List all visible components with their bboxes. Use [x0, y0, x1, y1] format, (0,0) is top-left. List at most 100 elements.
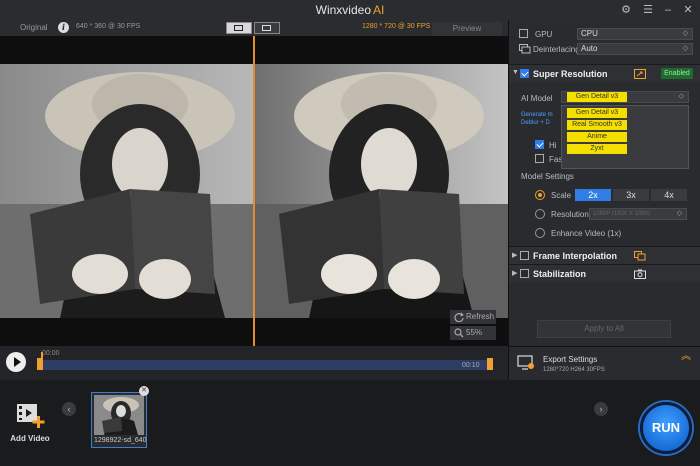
stabilization-checkbox[interactable] — [520, 269, 529, 278]
settings-panel: GPU CPU ◇ Deinterlacing Auto ◇ ▼ Super Res… — [508, 20, 700, 346]
timeline-track[interactable] — [40, 360, 492, 370]
model-description-line2: Deblur + D — [521, 120, 550, 126]
resolution-value: 1080P (1920 X 1080) — [593, 211, 650, 217]
enhanced-image — [254, 64, 508, 318]
scroll-left-icon[interactable]: ‹ — [62, 402, 76, 416]
zoom-button[interactable]: 55% — [450, 326, 496, 340]
resolution-label: Resolution — [551, 210, 589, 219]
frame-interpolation-header[interactable]: ▶ Frame Interpolation — [509, 246, 700, 264]
stabilization-title: Stabilization — [533, 269, 587, 279]
preview-header: Original i 640 * 360 @ 30 FPS 1280 * 720… — [0, 20, 508, 36]
zoom-label: 55% — [466, 328, 483, 337]
output-info: 1280 * 720 @ 30 FPS — [362, 23, 431, 30]
dropdown-option-anime[interactable]: Anime — [567, 132, 627, 142]
dropdown-option-gen-detail[interactable]: Gen Detail v3 — [567, 108, 627, 118]
hi-label: Hi — [549, 141, 557, 150]
split-divider[interactable] — [253, 36, 255, 346]
menu-icon[interactable]: ☰ — [640, 2, 656, 18]
deinterlacing-label: Deinterlacing — [533, 45, 580, 54]
frame-interpolation-checkbox[interactable] — [520, 251, 529, 260]
scale-label: Scale — [551, 191, 572, 200]
close-icon[interactable]: ✕ — [680, 2, 696, 18]
hi-checkbox[interactable] — [535, 140, 544, 149]
info-icon[interactable]: i — [58, 22, 69, 33]
remove-video-icon[interactable]: ✕ — [139, 386, 149, 396]
app-title: Winxvideo AI — [0, 3, 700, 17]
end-time: 00:10 — [462, 362, 480, 369]
video-thumbnail[interactable]: 1298922-sd_640 ✕ — [91, 386, 149, 448]
export-settings-details: 1280*720 H264 30FPS — [543, 367, 605, 373]
enhance-video-radio[interactable] — [535, 228, 545, 238]
enabled-badge: Enabled — [661, 68, 693, 79]
gpu-select[interactable]: CPU ◇ — [577, 28, 693, 40]
expand-up-icon[interactable]: ︽ — [681, 352, 691, 362]
chevron-down-icon: ◇ — [682, 30, 688, 37]
scale-4x-button[interactable]: 4x — [651, 189, 687, 201]
ai-model-label: AI Model — [521, 94, 553, 103]
minimize-icon[interactable]: – — [660, 2, 676, 18]
scale-radio[interactable] — [535, 190, 545, 200]
deinterlace-icon — [519, 44, 531, 54]
thumbnail-name: 1298922-sd_640 — [94, 437, 147, 444]
dropdown-option-real-smooth[interactable]: Real Smooth v3 — [567, 120, 627, 130]
magnifier-icon — [454, 328, 464, 338]
split-view-button[interactable] — [226, 22, 252, 34]
gpu-checkbox[interactable] — [519, 29, 528, 38]
scroll-right-icon[interactable]: › — [594, 402, 608, 416]
original-info: 640 * 360 @ 30 FPS — [76, 23, 141, 30]
thumbnail-picture — [94, 395, 144, 435]
camera-icon — [634, 269, 646, 279]
ai-model-dropdown: Gen Detail v3 Real Smooth v3 Anime Zyxt — [561, 105, 689, 169]
enhanced-frame — [254, 64, 508, 318]
side-by-side-view-button[interactable] — [254, 22, 280, 34]
play-button[interactable] — [6, 352, 26, 372]
original-label: Original — [20, 23, 48, 32]
title-bar: Winxvideo AI ⚙ ☰ – ✕ — [0, 0, 700, 20]
resolution-radio[interactable] — [535, 209, 545, 219]
deinterlacing-select[interactable]: Auto ◇ — [577, 43, 693, 55]
collapse-arrow-icon[interactable]: ▼ — [512, 69, 519, 76]
ai-model-value: Gen Detail v3 — [567, 92, 627, 102]
start-time: 00:00 — [42, 350, 60, 357]
refresh-button[interactable]: Refresh — [450, 310, 496, 324]
frame-interpolation-icon — [634, 251, 646, 261]
original-image — [0, 64, 254, 318]
trim-end-handle[interactable] — [487, 358, 493, 370]
scale-2x-button[interactable]: 2x — [575, 189, 611, 201]
export-settings[interactable]: Export Settings 1280*720 H264 30FPS ︽ — [508, 346, 700, 380]
add-video-label: Add Video — [10, 434, 50, 443]
settings-gear-icon[interactable]: ⚙ — [618, 2, 634, 18]
apply-to-all-button[interactable]: Apply to All — [537, 320, 671, 338]
gpu-value: CPU — [581, 29, 598, 38]
expand-arrow-icon[interactable]: ▶ — [512, 251, 517, 259]
dropdown-option-zyxt[interactable]: Zyxt — [567, 144, 627, 154]
chevron-down-icon: ◇ — [678, 93, 684, 100]
enhance-video-label: Enhance Video (1x) — [551, 229, 622, 238]
run-button[interactable]: RUN — [640, 402, 692, 454]
chevron-down-icon: ◇ — [682, 45, 688, 52]
add-video-button[interactable]: Add Video — [10, 398, 50, 444]
app-title-accent: AI — [373, 3, 385, 17]
super-resolution-header[interactable]: ▼ Super Resolution Enabled — [509, 64, 700, 82]
ai-model-select[interactable]: Gen Detail v3 ◇ — [561, 91, 689, 103]
gpu-label: GPU — [535, 30, 553, 39]
super-resolution-title: Super Resolution — [533, 69, 608, 79]
stabilization-header[interactable]: ▶ Stabilization — [509, 264, 700, 282]
model-settings-label: Model Settings — [521, 172, 574, 181]
app-title-text: Winxvideo — [315, 3, 371, 17]
scale-3x-button[interactable]: 3x — [613, 189, 649, 201]
add-video-icon — [17, 404, 45, 428]
playhead[interactable] — [41, 352, 43, 370]
export-settings-icon — [517, 355, 534, 370]
expand-arrow-icon[interactable]: ▶ — [512, 269, 517, 277]
original-frame — [0, 64, 254, 318]
model-description-line1: Generate m — [521, 112, 553, 118]
refresh-icon — [454, 312, 464, 322]
super-resolution-checkbox[interactable] — [520, 69, 529, 78]
thumbnail-image — [94, 395, 144, 435]
preview-tab[interactable]: Preview — [432, 22, 502, 36]
fast-mode-checkbox[interactable] — [535, 154, 544, 163]
timeline: 00:00 00:10 — [0, 346, 508, 380]
resolution-select[interactable]: 1080P (1920 X 1080) ◇ — [589, 208, 687, 220]
video-preview: Refresh 55% — [0, 36, 508, 346]
